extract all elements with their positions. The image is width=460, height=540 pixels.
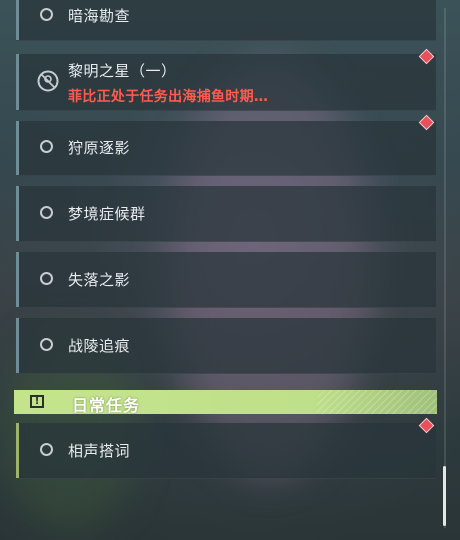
section-decoration [317, 390, 437, 414]
daily-quests-header[interactable]: ! 日常任务 [14, 390, 437, 415]
quest-label: 暗海勘查 [68, 7, 131, 25]
exclamation-icon: ! [30, 395, 44, 408]
ring-icon [40, 206, 53, 219]
quest-label: 梦境症候群 [68, 205, 146, 223]
section-title: 日常任务 [72, 396, 141, 415]
quest-edge [16, 54, 19, 110]
ring-icon [40, 272, 53, 285]
quest-item-5[interactable]: 失落之影 [16, 252, 436, 308]
quest-item-3[interactable]: 狩原逐影 [16, 121, 436, 176]
section-badge: ! [14, 390, 64, 414]
ring-icon [40, 338, 53, 351]
ring-icon [40, 443, 53, 456]
quest-label: 战陵追痕 [68, 337, 131, 355]
daily-quest-item-1[interactable]: 相声搭词 [16, 423, 436, 479]
scrollbar-track[interactable] [444, 8, 446, 528]
ring-icon [40, 8, 53, 21]
quest-edge [16, 186, 19, 241]
quest-item-6[interactable]: 战陵追痕 [16, 318, 436, 374]
quest-item-4[interactable]: 梦境症候群 [16, 186, 436, 242]
quest-label: 黎明之星（一） [68, 62, 177, 80]
quest-edge [16, 0, 19, 40]
ring-icon [40, 140, 53, 153]
quest-edge [16, 252, 19, 307]
quest-label: 失落之影 [68, 271, 131, 289]
quest-edge [16, 423, 19, 478]
quest-edge [16, 121, 19, 175]
quest-label: 狩原逐影 [68, 139, 131, 157]
scrollbar-thumb[interactable] [443, 466, 446, 526]
quest-edge [16, 318, 19, 373]
quest-label: 相声搭词 [68, 442, 131, 460]
quest-item-2[interactable]: 黎明之星（一） 菲比正处于任务出海捕鱼时期… [16, 54, 436, 111]
quest-status-text: 菲比正处于任务出海捕鱼时期… [68, 89, 269, 105]
locked-clock-icon [37, 70, 59, 92]
quest-item-1[interactable]: 暗海勘查 [16, 0, 436, 41]
